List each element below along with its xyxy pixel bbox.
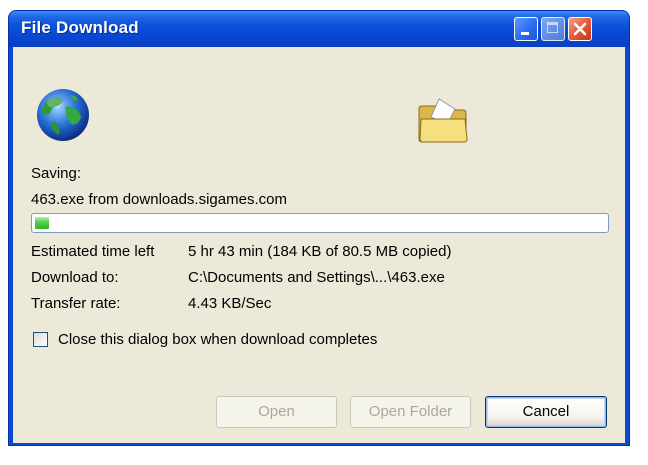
folder-icon [418, 98, 468, 143]
download-progress-bar [31, 213, 609, 233]
file-source-text: 463.exe from downloads.sigames.com [31, 191, 287, 208]
download-to-label: Download to: [31, 269, 119, 286]
saving-label: Saving: [31, 165, 82, 182]
close-when-done-label[interactable]: Close this dialog box when download comp… [58, 331, 377, 348]
file-download-window: File Download Saving: 463.exe from downl… [8, 10, 630, 446]
close-button[interactable] [568, 17, 592, 41]
window-title: File Download [21, 18, 139, 37]
estimated-time-label: Estimated time left [31, 243, 155, 260]
transfer-rate-label: Transfer rate: [31, 295, 121, 312]
close-icon [573, 22, 587, 36]
estimated-time-value: 5 hr 43 min (184 KB of 80.5 MB copied) [188, 243, 452, 260]
open-button[interactable]: Open [216, 396, 337, 428]
download-to-value: C:\Documents and Settings\...\463.exe [188, 269, 445, 286]
dialog-body: Saving: 463.exe from downloads.sigames.c… [13, 47, 625, 443]
transfer-rate-value: 4.43 KB/Sec [188, 295, 272, 312]
cancel-button[interactable]: Cancel [485, 396, 607, 428]
close-when-done-checkbox[interactable] [33, 332, 48, 347]
globe-icon [37, 89, 89, 141]
maximize-button[interactable] [541, 17, 565, 41]
progress-fill [35, 217, 49, 229]
open-folder-button[interactable]: Open Folder [350, 396, 471, 428]
title-bar[interactable]: File Download [9, 11, 629, 47]
minimize-button[interactable] [514, 17, 538, 41]
